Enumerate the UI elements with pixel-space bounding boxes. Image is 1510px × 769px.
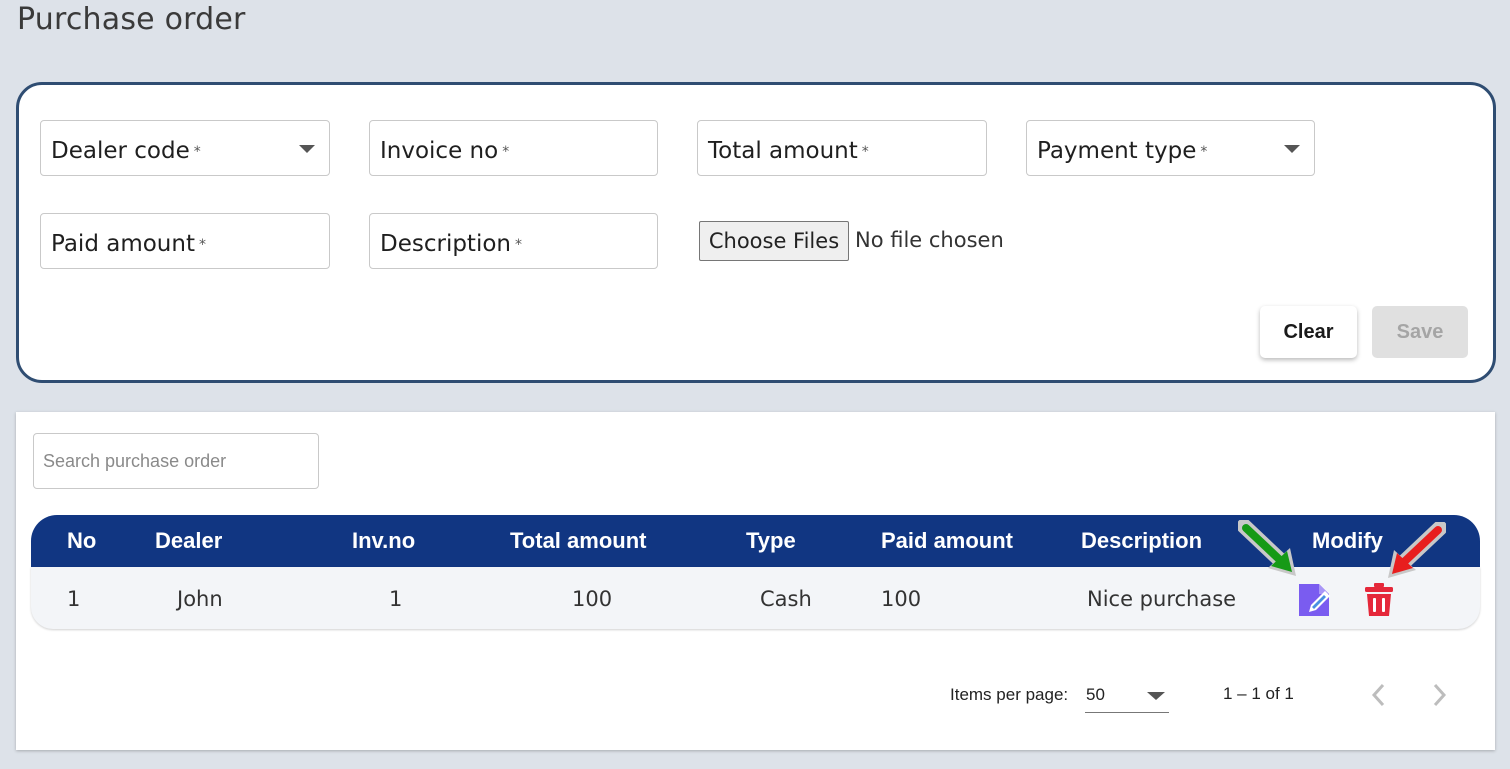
dealer-code-select[interactable]: Dealer code * — [40, 120, 330, 176]
dealer-code-label: Dealer code * — [51, 138, 201, 164]
cell-total-amount: 100 — [572, 587, 613, 611]
save-button[interactable]: Save — [1372, 306, 1468, 358]
green-arrow-annotation — [1238, 520, 1296, 576]
previous-page-button[interactable] — [1368, 682, 1390, 708]
items-per-page-value: 50 — [1086, 685, 1105, 704]
page-range: 1 – 1 of 1 — [1223, 684, 1294, 703]
invoice-no-field[interactable]: Invoice no * — [369, 120, 658, 176]
column-header-type: Type — [746, 528, 796, 553]
column-header-dealer: Dealer — [155, 528, 223, 553]
column-header-total-amount: Total amount — [510, 528, 647, 553]
edit-icon[interactable] — [1297, 582, 1333, 618]
next-page-button[interactable] — [1428, 682, 1450, 708]
payment-type-label: Payment type * — [1037, 138, 1208, 164]
purchase-order-table-card: No Dealer Inv.no Total amount Type Paid … — [16, 412, 1495, 750]
column-header-no: No — [67, 528, 97, 553]
cell-inv-no: 1 — [389, 587, 403, 611]
total-amount-field[interactable]: Total amount * — [697, 120, 987, 176]
chevron-down-icon — [299, 145, 315, 153]
file-status: No file chosen — [855, 228, 1004, 252]
chevron-down-icon — [1147, 692, 1165, 700]
column-header-paid-amount: Paid amount — [881, 528, 1014, 553]
description-label: Description * — [380, 231, 522, 257]
cell-type: Cash — [760, 587, 812, 611]
search-input[interactable] — [33, 433, 319, 489]
cell-paid-amount: 100 — [881, 587, 922, 611]
red-arrow-annotation — [1388, 522, 1446, 578]
cell-dealer: John — [177, 587, 223, 611]
column-header-modify: Modify — [1312, 528, 1383, 553]
column-header-description: Description — [1081, 528, 1203, 553]
invoice-no-label: Invoice no * — [380, 138, 510, 164]
clear-button[interactable]: Clear — [1260, 306, 1357, 358]
delete-icon[interactable] — [1364, 583, 1394, 617]
items-per-page-label: Items per page: — [950, 685, 1069, 704]
chevron-down-icon — [1284, 145, 1300, 153]
purchase-order-form: Dealer code * Invoice no * Total amount * P… — [16, 82, 1496, 383]
payment-type-select[interactable]: Payment type * — [1026, 120, 1315, 176]
paid-amount-field[interactable]: Paid amount * — [40, 213, 330, 269]
total-amount-label: Total amount * — [708, 138, 869, 164]
paid-amount-label: Paid amount * — [51, 231, 206, 257]
items-per-page-select[interactable]: 50 — [1085, 678, 1169, 713]
description-field[interactable]: Description * — [369, 213, 658, 269]
cell-no: 1 — [67, 587, 81, 611]
column-header-inv-no: Inv.no — [352, 528, 416, 553]
cell-description: Nice purchase — [1087, 587, 1237, 611]
choose-files-button[interactable]: Choose Files — [699, 221, 849, 261]
page-title: Purchase order — [17, 2, 246, 37]
